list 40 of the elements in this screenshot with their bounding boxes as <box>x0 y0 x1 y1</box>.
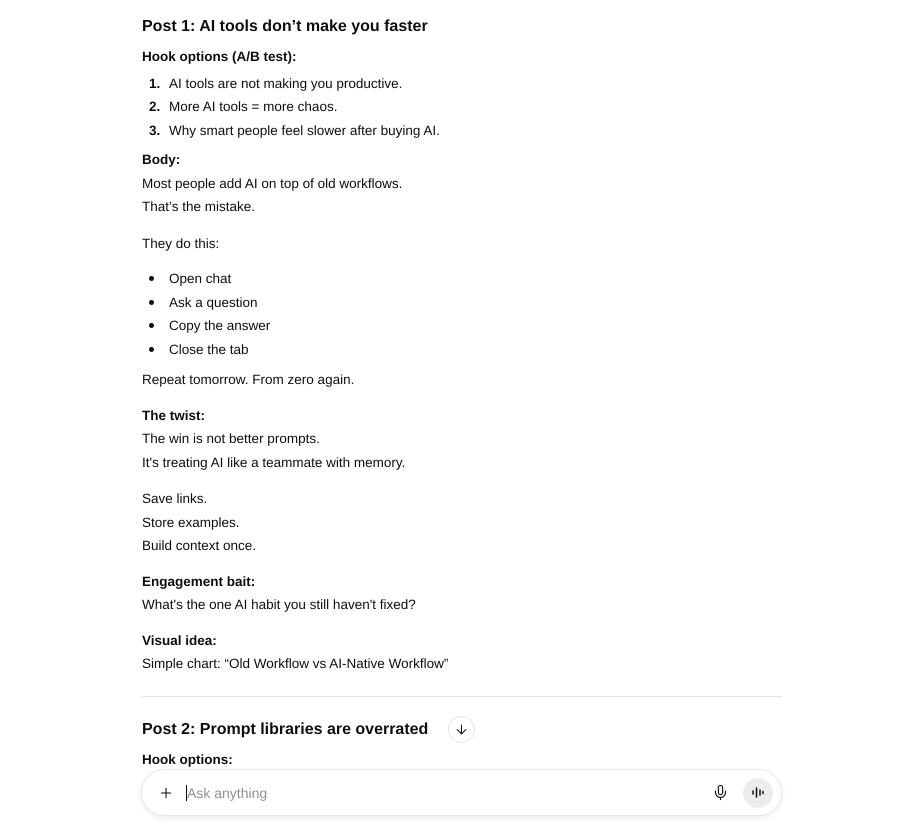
list-item-text: Ask a question <box>169 294 258 312</box>
section-label: Body: <box>142 151 180 169</box>
voice-waveform-icon <box>752 787 764 798</box>
text-line: Most people add AI on top of old workflows. <box>142 174 402 193</box>
text-line: It's treating AI like a teammate with memory. <box>142 454 406 472</box>
list-item-text: AI tools are not making you productive. <box>169 74 402 93</box>
post-title: Post 1: AI tools don’t make you faster <box>142 17 428 37</box>
list-number: 3. <box>149 122 160 138</box>
voice-mode-button[interactable] <box>743 778 773 808</box>
text-line: Build context once. <box>142 537 256 555</box>
text-line: Store examples. <box>142 514 240 532</box>
bullet-icon <box>149 276 154 282</box>
text-cursor-icon <box>186 784 187 800</box>
arrow-down-icon <box>454 722 469 737</box>
message-composer[interactable]: Ask anything <box>141 769 782 816</box>
section-label: The twist: <box>142 406 205 424</box>
text-line: Simple chart: “Old Workflow vs AI-Native Workflow” <box>142 655 448 673</box>
list-item-text: More AI tools = more chaos. <box>169 98 338 116</box>
message-input[interactable]: Ask anything <box>187 780 710 804</box>
list-item-text: Open chat <box>169 270 232 288</box>
section-label: Hook options: <box>142 750 233 769</box>
section-label: Hook options (A/B test): <box>142 48 296 66</box>
list-number: 2. <box>149 99 160 114</box>
post-title: Post 2: Prompt libraries are overrated <box>142 720 428 740</box>
bullet-icon <box>149 323 154 328</box>
text-line: Save links. <box>142 490 208 508</box>
text-line: That’s the mistake. <box>142 198 256 216</box>
text-line: Repeat tomorrow. From zero again. <box>142 371 354 389</box>
bullet-icon <box>149 346 154 352</box>
list-item-text: Why smart people feel slower after buying AI. <box>169 122 440 140</box>
list-number: 1. <box>149 76 160 90</box>
text-line: They do this: <box>142 234 220 253</box>
scroll-down-button[interactable] <box>448 716 475 743</box>
list-item-text: Close the tab <box>169 340 249 358</box>
text-line: What's the one AI habit you still haven't fixed? <box>142 596 416 614</box>
text-line: The win is not better prompts. <box>142 430 320 448</box>
bullet-icon <box>149 300 154 305</box>
section-label: Visual idea: <box>142 632 217 650</box>
list-item-text: Copy the answer <box>169 317 270 335</box>
section-label: Engagement bait: <box>142 572 256 591</box>
